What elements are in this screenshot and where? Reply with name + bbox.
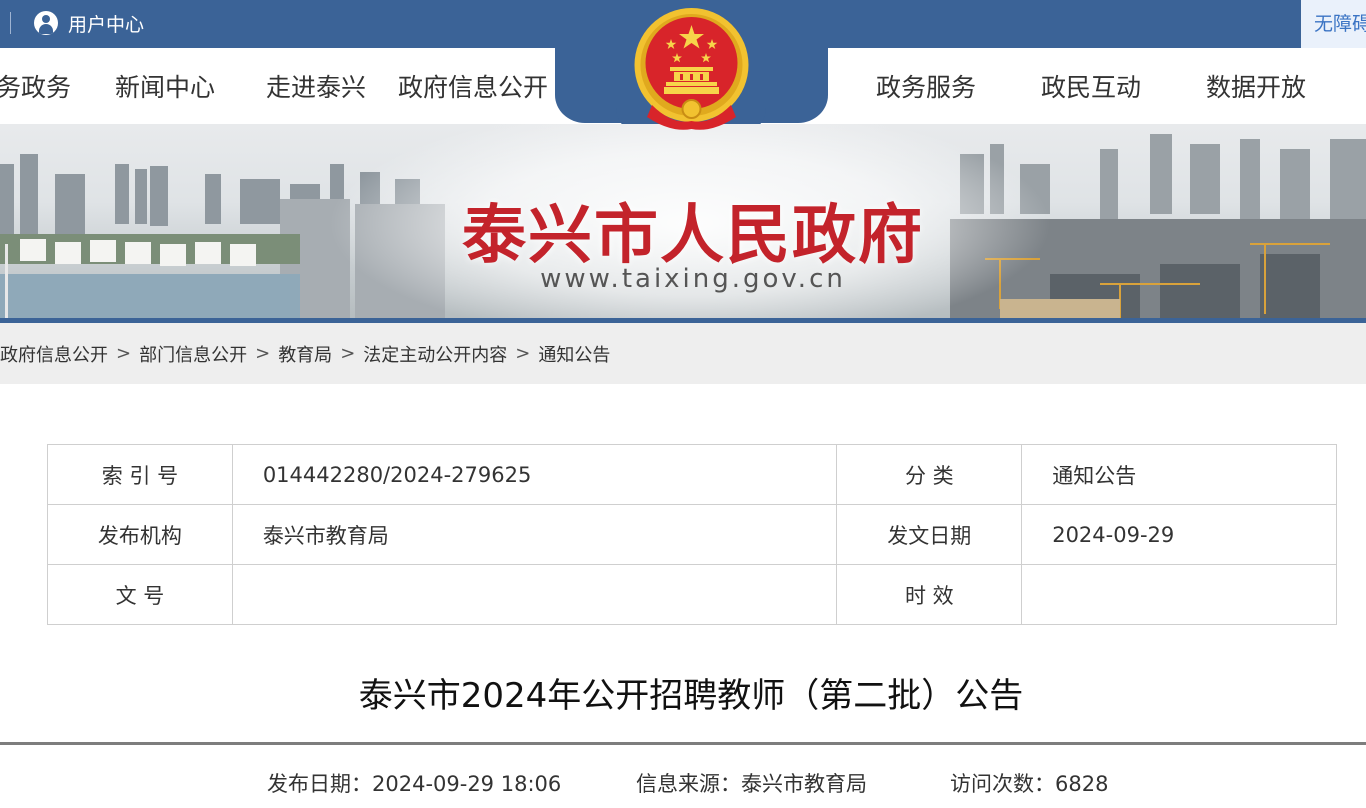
index-label: 索 引 号 xyxy=(47,444,233,505)
nav-item-about-taixing[interactable]: 走进泰兴 xyxy=(266,68,366,104)
publish-date: 发布日期：2024-09-29 18:06 xyxy=(267,768,561,798)
breadcrumb-department-info[interactable]: 部门信息公开 xyxy=(139,341,247,367)
user-center-label: 用户中心 xyxy=(68,13,145,36)
validity-value xyxy=(1021,564,1337,625)
nav-item-open-data[interactable]: 数据开放 xyxy=(1206,68,1306,104)
table-row: 发布机构 泰兴市教育局 发文日期 2024-09-29 xyxy=(47,504,1337,565)
visit-count: 访问次数：6828 xyxy=(950,768,1108,798)
info-source: 信息来源：泰兴市教育局 xyxy=(636,768,867,798)
visit-count-value: 6828 xyxy=(1055,772,1109,796)
site-title: 泰兴市人民政府 xyxy=(462,199,924,273)
table-row: 文 号 时 效 xyxy=(47,564,1337,625)
breadcrumb-separator: > xyxy=(515,343,531,364)
nav-item-interaction[interactable]: 政民互动 xyxy=(1041,68,1141,104)
category-value: 通知公告 xyxy=(1021,444,1337,505)
publish-date-label: 发布日期： xyxy=(267,772,372,796)
publisher-label: 发布机构 xyxy=(47,504,233,565)
site-url: www.taixing.gov.cn xyxy=(540,264,846,294)
article-title: 泰兴市2024年公开招聘教师（第二批）公告 xyxy=(358,676,1024,716)
info-source-label: 信息来源： xyxy=(636,772,741,796)
doc-number-value xyxy=(231,564,838,625)
user-center-link[interactable]: 用户中心 xyxy=(34,10,144,36)
doc-number-label: 文 号 xyxy=(47,564,233,625)
breadcrumb-info-disclosure[interactable]: 政府信息公开 xyxy=(0,341,108,367)
issue-date-value: 2024-09-29 xyxy=(1021,504,1337,565)
category-label: 分 类 xyxy=(836,444,1023,505)
breadcrumb-notices[interactable]: 通知公告 xyxy=(538,341,610,367)
breadcrumb-separator: > xyxy=(340,343,356,364)
issue-date-label: 发文日期 xyxy=(836,504,1023,565)
breadcrumb-separator: > xyxy=(255,343,271,364)
index-value: 014442280/2024-279625 xyxy=(231,444,838,505)
national-emblem-icon[interactable] xyxy=(632,5,751,133)
accessibility-button[interactable]: 无障碍 xyxy=(1301,0,1366,48)
nav-item-info-disclosure[interactable]: 政府信息公开 xyxy=(398,68,548,104)
document-info-table: 索 引 号 014442280/2024-279625 分 类 通知公告 发布机… xyxy=(47,444,1337,625)
title-divider xyxy=(0,742,1366,745)
site-banner: 泰兴市人民政府 www.taixing.gov.cn xyxy=(0,124,1366,319)
table-row: 索 引 号 014442280/2024-279625 分 类 通知公告 xyxy=(47,444,1337,505)
user-icon xyxy=(34,11,58,35)
top-bar-separator xyxy=(10,12,11,34)
visit-count-label: 访问次数： xyxy=(950,772,1055,796)
breadcrumb: 政府信息公开 > 部门信息公开 > 教育局 > 法定主动公开内容 > 通知公告 xyxy=(0,323,1366,384)
validity-label: 时 效 xyxy=(836,564,1023,625)
breadcrumb-separator: > xyxy=(116,343,132,364)
publish-date-value: 2024-09-29 18:06 xyxy=(372,772,562,796)
nav-item-gov-services[interactable]: 政务服务 xyxy=(876,68,976,104)
info-source-value: 泰兴市教育局 xyxy=(741,772,867,796)
nav-item-news[interactable]: 新闻中心 xyxy=(115,68,215,104)
publisher-value: 泰兴市教育局 xyxy=(231,504,838,565)
nav-item-gov-affairs[interactable]: 务政务 xyxy=(0,68,71,104)
breadcrumb-education-bureau[interactable]: 教育局 xyxy=(278,341,332,367)
breadcrumb-statutory-content[interactable]: 法定主动公开内容 xyxy=(363,341,507,367)
